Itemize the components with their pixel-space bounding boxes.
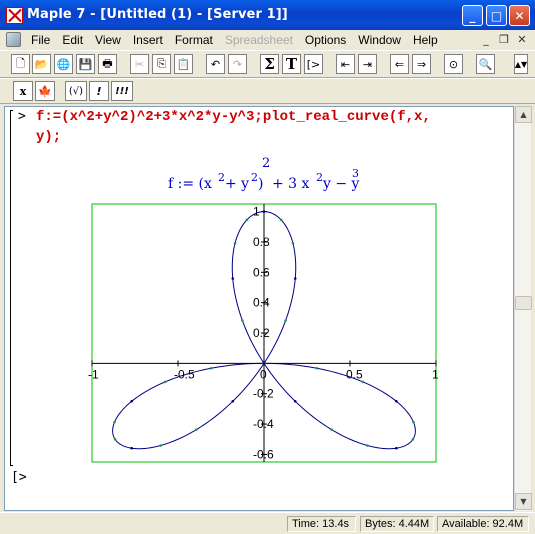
open-url-icon[interactable]: 🌐 bbox=[54, 54, 73, 74]
curve-point bbox=[233, 241, 237, 245]
menu-format[interactable]: Format bbox=[169, 33, 219, 47]
main-toolbar: 🗋 📂 🌐 💾 🖶 ✂ ⎘ 📋 ↶ ↷ Σ T [> ⇤ ⇥ ⇐ ⇒ ⊙ 🔍 ▲… bbox=[0, 50, 535, 78]
open-icon[interactable]: 📂 bbox=[32, 54, 51, 74]
expression-check-icon[interactable]: (√) bbox=[65, 81, 87, 101]
paste-icon[interactable]: 📋 bbox=[174, 54, 193, 74]
save-icon[interactable]: 💾 bbox=[76, 54, 95, 74]
doc-minimize-button[interactable]: _ bbox=[478, 32, 494, 46]
menu-help[interactable]: Help bbox=[407, 33, 444, 47]
y-tick-label: -0.2 bbox=[253, 387, 274, 401]
stop-icon[interactable]: ⊙ bbox=[444, 54, 463, 74]
curve-point bbox=[395, 446, 398, 450]
scroll-up-icon[interactable]: ▲ bbox=[515, 106, 532, 123]
status-available: Available: 92.4M bbox=[437, 516, 529, 532]
y-tick-label: 1 bbox=[253, 205, 260, 219]
curve-point bbox=[113, 420, 116, 424]
maximize-button[interactable]: □ bbox=[486, 5, 507, 26]
plot-area[interactable]: -1 -0.5 0 0.5 110.80.60.40.2-0.2-0.4-0.6 bbox=[5, 107, 514, 511]
curve-point bbox=[130, 399, 133, 403]
curve-point bbox=[195, 428, 198, 431]
scroll-thumb[interactable] bbox=[515, 296, 532, 310]
window-title: Maple 7 - [Untitled (1) - [Server 1]] bbox=[27, 7, 288, 22]
curve-point bbox=[361, 380, 365, 384]
curve-point bbox=[262, 210, 266, 213]
menu-window[interactable]: Window bbox=[352, 33, 407, 47]
x-tick-label: -1 bbox=[88, 367, 99, 381]
curve-point bbox=[130, 446, 133, 450]
curve-point bbox=[366, 444, 369, 447]
x-tick-label: 0 bbox=[260, 367, 267, 381]
curve-point bbox=[411, 437, 415, 441]
forward-icon[interactable]: ⇒ bbox=[412, 54, 431, 74]
cut-icon[interactable]: ✂ bbox=[130, 54, 149, 74]
curve-point bbox=[293, 277, 297, 280]
context-toolbar: x 🍁 (√) ! !!! bbox=[0, 78, 535, 104]
curve-point bbox=[293, 399, 297, 403]
curve-point bbox=[241, 319, 244, 322]
document-icon[interactable] bbox=[6, 32, 21, 47]
y-tick-label: 0.8 bbox=[253, 235, 270, 249]
copy-icon[interactable]: ⎘ bbox=[152, 54, 171, 74]
curve-point bbox=[159, 444, 162, 447]
redo-icon[interactable]: ↷ bbox=[228, 54, 247, 74]
empty-prompt[interactable]: [> bbox=[11, 470, 27, 485]
curve-point bbox=[231, 399, 235, 403]
doc-close-button[interactable]: ✕ bbox=[514, 32, 530, 46]
menu-view[interactable]: View bbox=[89, 33, 127, 47]
y-tick-label: 0.4 bbox=[253, 296, 270, 310]
curve-point bbox=[163, 380, 167, 384]
curve-point bbox=[209, 366, 213, 370]
math-mode-icon[interactable]: x bbox=[13, 81, 33, 101]
doc-restore-button[interactable]: ❐ bbox=[496, 32, 512, 46]
outdent-icon[interactable]: ⇤ bbox=[336, 54, 355, 74]
status-bar: Time: 13.4s Bytes: 4.44M Available: 92.4… bbox=[0, 512, 535, 534]
menu-file[interactable]: File bbox=[25, 33, 56, 47]
execute-all-icon[interactable]: !!! bbox=[111, 81, 133, 101]
text-icon[interactable]: T bbox=[282, 54, 301, 74]
maple-leaf-icon[interactable]: 🍁 bbox=[35, 81, 55, 101]
curve-point bbox=[231, 277, 235, 280]
scroll-down-icon[interactable]: ▼ bbox=[515, 493, 532, 510]
curve-point bbox=[284, 319, 287, 322]
worksheet[interactable]: > f:=(x^2+y^2)^2+3*x^2*y-y^3;plot_real_c… bbox=[4, 106, 514, 511]
y-tick-label: -0.6 bbox=[253, 447, 274, 461]
indent-icon[interactable]: ⇥ bbox=[358, 54, 377, 74]
minimize-button[interactable]: _ bbox=[462, 5, 483, 26]
y-tick-label: 0.6 bbox=[253, 265, 270, 279]
zoom-icon[interactable]: 🔍 bbox=[476, 54, 495, 74]
status-time: Time: 13.4s bbox=[287, 516, 356, 532]
curve-point bbox=[245, 218, 249, 222]
x-tick-label: 0.5 bbox=[346, 367, 363, 381]
curve-point bbox=[291, 241, 295, 245]
menu-spreadsheet[interactable]: Spreadsheet bbox=[219, 33, 299, 47]
curve-point bbox=[330, 428, 333, 431]
toolbar-scroll-icon[interactable]: ▲▼ bbox=[514, 54, 528, 74]
print-icon[interactable]: 🖶 bbox=[98, 54, 117, 74]
y-tick-label: -0.4 bbox=[253, 417, 274, 431]
menu-options[interactable]: Options bbox=[299, 33, 352, 47]
curve-point bbox=[262, 362, 266, 365]
curve-point bbox=[395, 399, 398, 403]
maple-app-icon[interactable] bbox=[6, 7, 23, 24]
title-bar: Maple 7 - [Untitled (1) - [Server 1]] _ … bbox=[0, 0, 535, 30]
back-icon[interactable]: ⇐ bbox=[390, 54, 409, 74]
x-tick-label: 1 bbox=[432, 367, 439, 381]
execute-icon[interactable]: ! bbox=[89, 81, 109, 101]
prompt-icon[interactable]: [> bbox=[304, 54, 323, 74]
menu-edit[interactable]: Edit bbox=[56, 33, 89, 47]
curve-point bbox=[412, 420, 415, 424]
vertical-scrollbar[interactable]: ▲ ▼ bbox=[514, 106, 532, 511]
new-icon[interactable]: 🗋 bbox=[11, 54, 30, 74]
y-tick-label: 0.2 bbox=[253, 326, 270, 340]
curve-point bbox=[279, 218, 283, 222]
status-bytes: Bytes: 4.44M bbox=[360, 516, 434, 532]
close-button[interactable]: ✕ bbox=[509, 5, 530, 26]
sum-icon[interactable]: Σ bbox=[260, 54, 279, 74]
menu-insert[interactable]: Insert bbox=[127, 33, 169, 47]
undo-icon[interactable]: ↶ bbox=[206, 54, 225, 74]
menu-bar: File Edit View Insert Format Spreadsheet… bbox=[0, 30, 535, 49]
curve-point bbox=[315, 366, 319, 370]
curve-point bbox=[113, 437, 117, 441]
